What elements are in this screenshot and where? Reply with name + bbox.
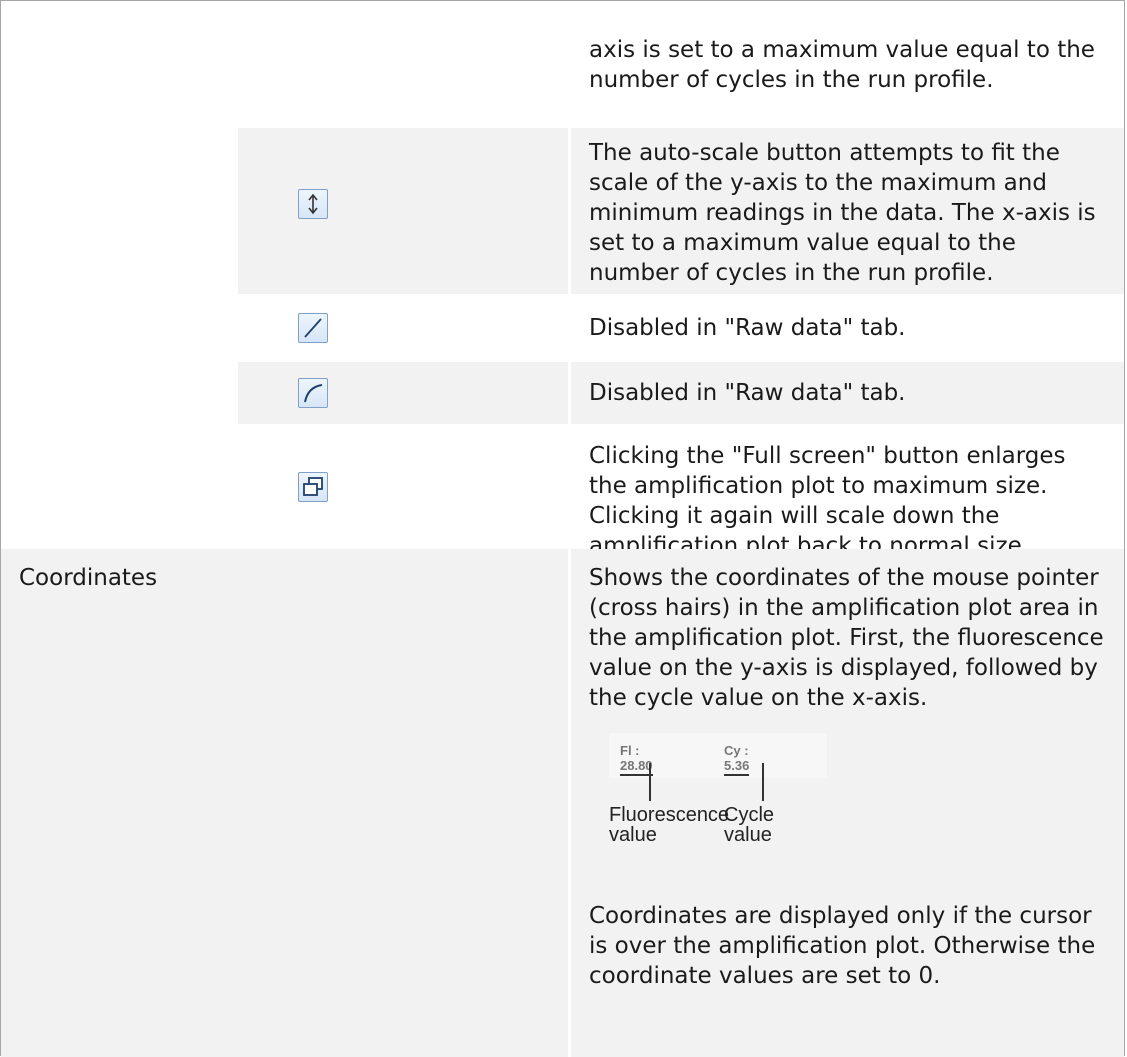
autoscale-icon[interactable] [298,189,328,219]
linear-icon-cell [238,297,568,359]
autoscale-description-cell: The auto-scale button attempts to fit th… [571,128,1124,294]
coordinates-label-cell: Coordinates [1,549,568,1057]
fullscreen-description-cell: Clicking the "Full screen" button enlarg… [571,427,1124,559]
cycle-readout: Cy : 5.36 [724,743,750,776]
log-description-cell: Disabled in "Raw data" tab. [571,362,1124,424]
fluorescence-label: Fluorescence value [609,804,730,846]
help-table: axis is set to a maximum value equal to … [0,0,1125,1057]
linear-description-cell: Disabled in "Raw data" tab. [571,297,1124,359]
autoscale-description: The auto-scale button attempts to fit th… [589,140,1096,286]
coordinates-figure: Fl : 28.80 Cy : 5.36 Fluorescence value … [589,733,1106,883]
log-icon-cell [238,362,568,424]
cycle-pointer-line [762,763,764,801]
coordinates-description: Shows the coordinates of the mouse point… [589,565,1104,711]
linear-scale-icon[interactable] [298,313,328,343]
linear-description: Disabled in "Raw data" tab. [589,315,906,341]
autoscale-icon-cell [238,128,568,294]
coordinates-description-cell: Shows the coordinates of the mouse point… [571,549,1124,1057]
fullscreen-icon[interactable] [298,472,328,502]
fullscreen-description: Clicking the "Full screen" button enlarg… [589,443,1066,559]
continuation-text: axis is set to a maximum value equal to … [589,37,1095,93]
coordinates-note: Coordinates are displayed only if the cu… [589,903,1096,989]
log-scale-icon[interactable] [298,378,328,408]
row-continuation: axis is set to a maximum value equal to … [571,35,1124,105]
cycle-label: Cycle value [724,804,775,846]
coordinates-label: Coordinates [19,565,158,591]
fluorescence-readout: Fl : 28.80 [620,743,653,776]
fullscreen-icon-cell [238,427,568,546]
fluorescence-pointer-line [649,763,651,801]
log-description: Disabled in "Raw data" tab. [589,380,906,406]
